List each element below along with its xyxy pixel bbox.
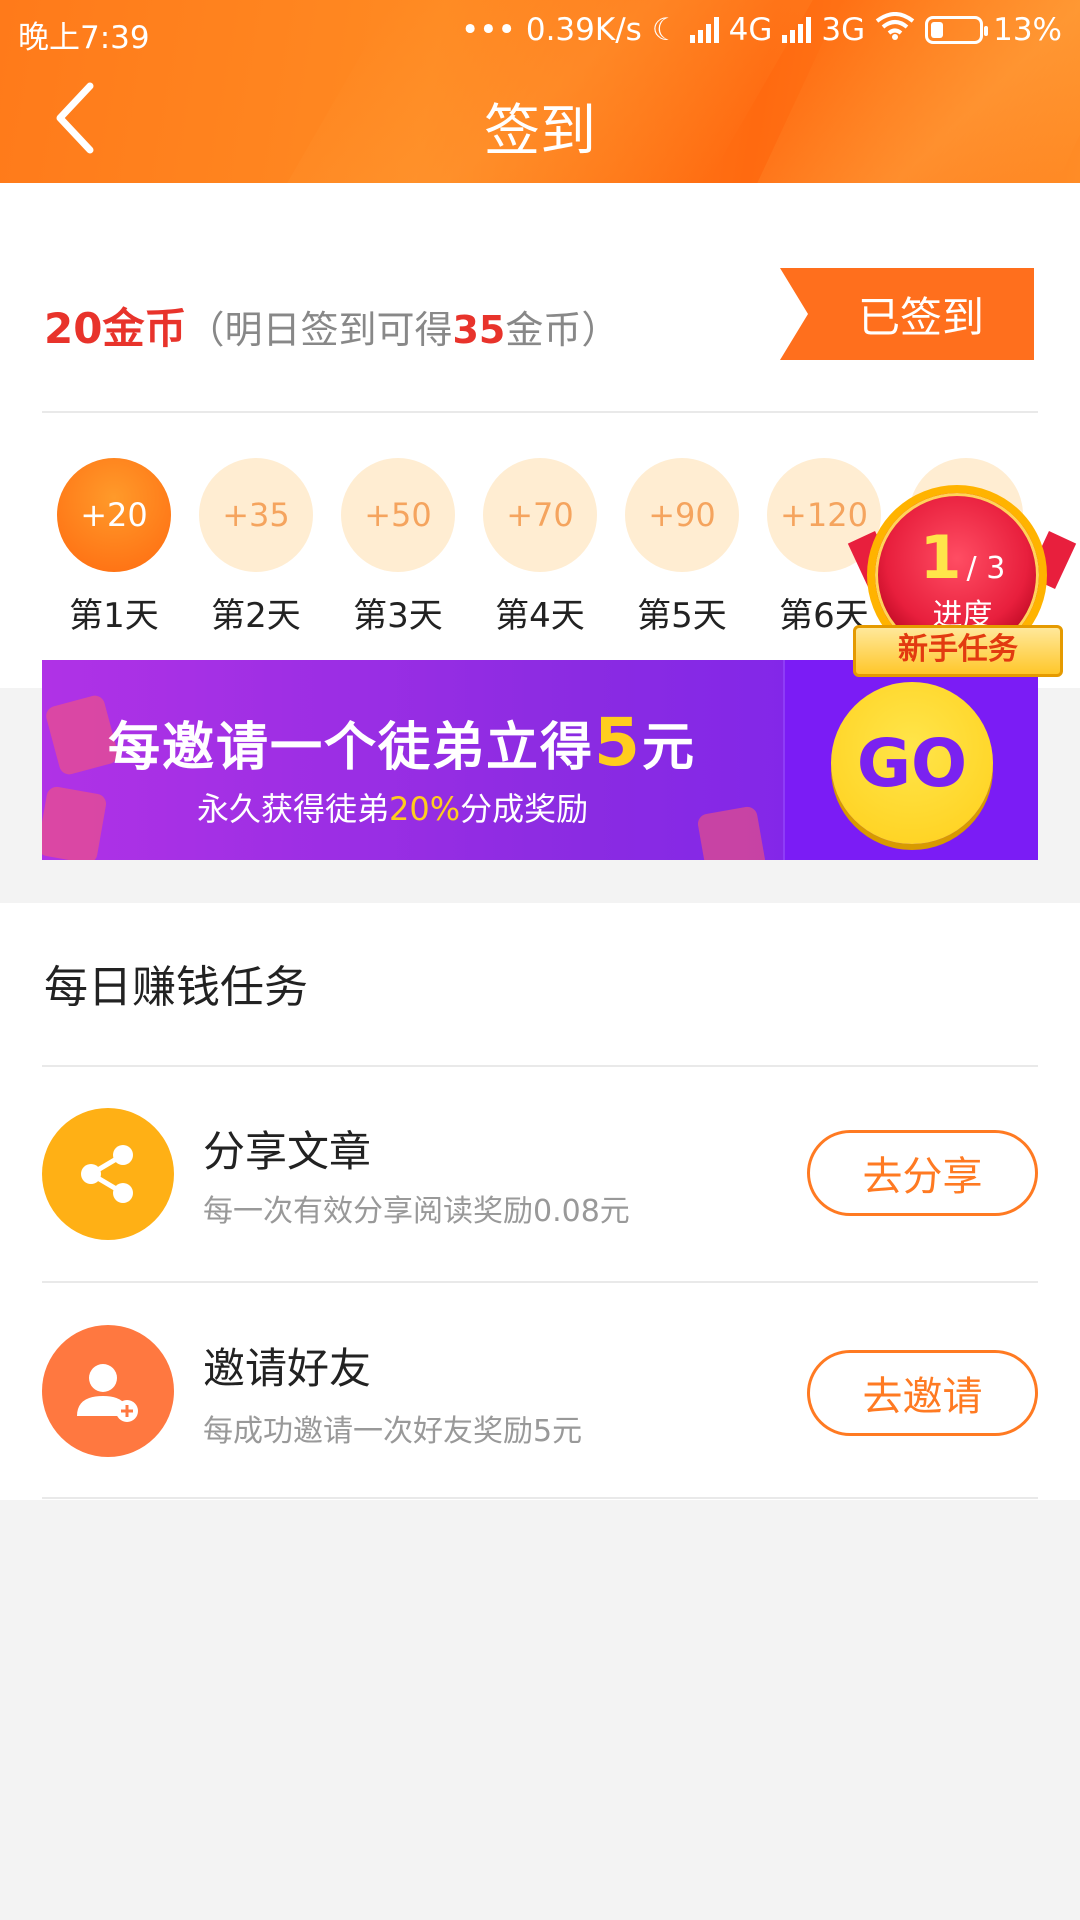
day-reward: +35	[199, 458, 313, 572]
banner-title-suffix: 元	[641, 718, 696, 778]
task-desc: 每一次有效分享阅读奖励0.08元	[203, 1194, 630, 1229]
banner-title: 每邀请一个徒弟立得5元	[108, 704, 696, 781]
divider	[42, 1281, 1038, 1283]
share-icon	[42, 1108, 174, 1240]
invite-banner[interactable]: 每邀请一个徒弟立得5元 永久获得徒弟20%分成奖励 GO	[42, 660, 1038, 860]
signal-icon	[689, 17, 719, 43]
network-type-2: 3G	[821, 12, 866, 48]
badge-current: 1	[919, 523, 962, 593]
day-item-2[interactable]: +35 第2天	[186, 458, 326, 637]
network-type-1: 4G	[728, 12, 773, 48]
day-label: 第2天	[211, 596, 301, 636]
battery-icon	[925, 16, 989, 44]
wifi-icon	[875, 12, 915, 48]
day-item-5[interactable]: +90 第5天	[612, 458, 752, 637]
day-label: 第1天	[69, 596, 159, 636]
coins-amount: 20金币	[44, 304, 187, 353]
day-item-1[interactable]: +20 第1天	[44, 458, 184, 637]
tasks-section-title: 每日赚钱任务	[44, 962, 308, 1013]
status-icons: ••• 0.39K/s ☾ 4G 3G 13%	[461, 12, 1062, 48]
add-user-icon	[42, 1325, 174, 1457]
banner-sub-prefix: 永久获得徒弟	[197, 790, 390, 828]
hint-prefix: （明日签到可得	[186, 308, 453, 352]
hint-suffix: 金币）	[505, 308, 620, 352]
checked-in-label: 已签到	[857, 292, 984, 342]
day-item-3[interactable]: +50 第3天	[328, 458, 468, 637]
go-button[interactable]: GO	[831, 682, 993, 844]
hint-amount: 35	[452, 308, 506, 352]
day-item-4[interactable]: +70 第4天	[470, 458, 610, 637]
coins-summary: 20金币（明日签到可得35金币）	[44, 295, 619, 356]
header: 晚上7:39 ••• 0.39K/s ☾ 4G 3G 13% 签到	[0, 0, 1080, 183]
banner-sub-suffix: 分成奖励	[460, 790, 589, 828]
day-reward: +50	[341, 458, 455, 572]
task-name: 分享文章	[203, 1127, 372, 1176]
network-speed: 0.39K/s	[525, 12, 642, 48]
signal-icon	[782, 17, 812, 43]
status-bar: 晚上7:39 ••• 0.39K/s ☾ 4G 3G 13%	[0, 0, 1080, 62]
banner-title-amount: 5	[594, 704, 642, 781]
more-icon: •••	[460, 12, 516, 48]
moon-icon: ☾	[651, 12, 680, 48]
red-envelope-decoration	[42, 785, 108, 860]
day-label: 第4天	[495, 596, 585, 636]
status-time: 晚上7:39	[18, 20, 150, 56]
invite-button[interactable]: 去邀请	[807, 1350, 1038, 1436]
task-desc: 每成功邀请一次好友奖励5元	[203, 1414, 583, 1449]
day-label: 第5天	[637, 596, 727, 636]
badge-total: / 3	[966, 551, 1006, 586]
divider	[42, 1065, 1038, 1067]
checked-in-button[interactable]: 已签到	[780, 268, 1034, 360]
badge-ribbon: 新手任务	[853, 625, 1063, 677]
page-title: 签到	[484, 99, 596, 164]
banner-title-prefix: 每邀请一个徒弟立得	[108, 718, 595, 778]
banner-subtitle: 永久获得徒弟20%分成奖励	[197, 784, 588, 830]
divider	[42, 411, 1038, 413]
divider	[42, 1497, 1038, 1499]
day-reward: +70	[483, 458, 597, 572]
daily-tasks-section: 每日赚钱任务 分享文章 每一次有效分享阅读奖励0.08元 去分享 邀请好友 每成…	[0, 903, 1080, 1500]
day-reward: +90	[625, 458, 739, 572]
newbie-task-badge[interactable]: 1 / 3 进度 新手任务	[845, 485, 1080, 690]
day-reward: +20	[57, 458, 171, 572]
red-envelope-decoration	[696, 805, 768, 860]
banner-sub-pct: 20%	[389, 790, 461, 828]
task-name: 邀请好友	[203, 1344, 372, 1393]
badge-progress-count: 1 / 3	[845, 523, 1080, 593]
day-label: 第3天	[353, 596, 443, 636]
battery-level: 13%	[993, 12, 1062, 48]
share-button[interactable]: 去分享	[807, 1130, 1038, 1216]
